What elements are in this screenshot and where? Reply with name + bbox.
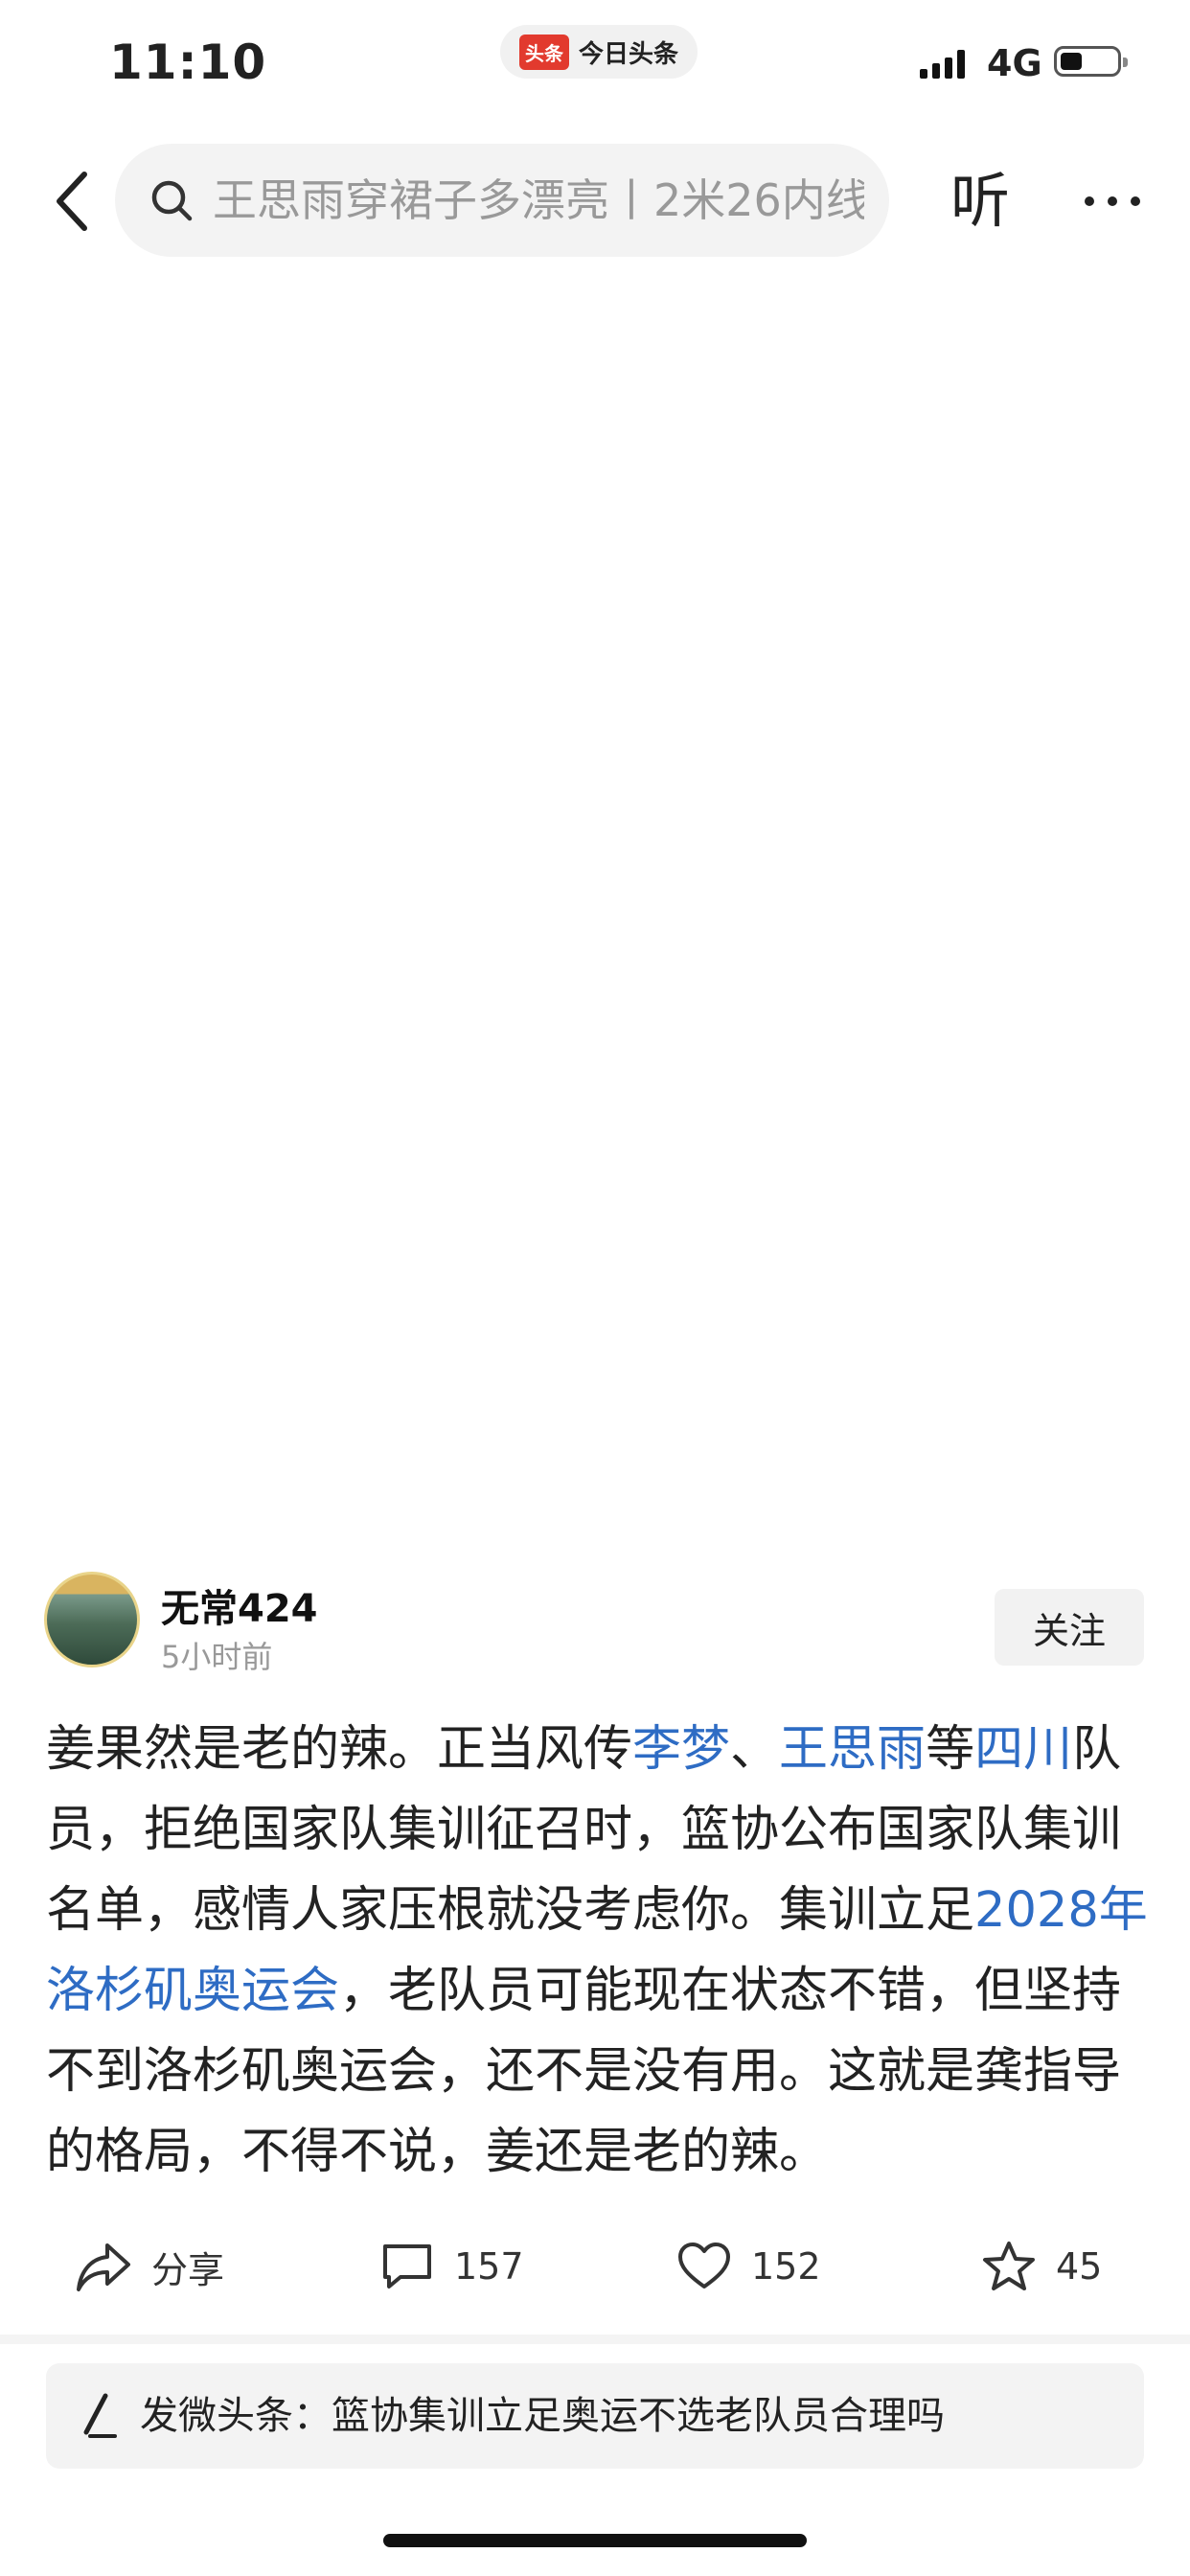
favorite-count: 45 bbox=[1056, 2245, 1103, 2288]
status-bar: 11:10 头条 今日头条 4G bbox=[0, 0, 1190, 134]
comment-count: 157 bbox=[454, 2245, 524, 2288]
like-button[interactable]: 152 bbox=[676, 2223, 821, 2310]
pen-icon bbox=[83, 2393, 117, 2438]
star-icon bbox=[983, 2242, 1035, 2290]
post-text: 等 bbox=[926, 1721, 975, 1778]
signal-icon bbox=[920, 50, 965, 79]
divider bbox=[0, 2334, 1190, 2344]
search-placeholder: 王思雨穿裙子多漂亮丨2米26内线 bbox=[213, 174, 864, 226]
like-count: 152 bbox=[751, 2245, 821, 2288]
share-icon bbox=[77, 2243, 130, 2291]
post-time: 5小时前 bbox=[161, 1639, 273, 1675]
search-icon bbox=[151, 180, 193, 221]
app-name: 今日头条 bbox=[579, 39, 679, 69]
home-indicator[interactable] bbox=[383, 2534, 807, 2547]
follow-button[interactable]: 关注 bbox=[995, 1589, 1144, 1666]
app-badge: 头条 bbox=[519, 34, 569, 70]
listen-button[interactable]: 听 bbox=[950, 161, 1010, 242]
status-time: 11:10 bbox=[109, 34, 267, 90]
comment-icon bbox=[383, 2244, 431, 2288]
search-bar[interactable]: 王思雨穿裙子多漂亮丨2米26内线 bbox=[115, 144, 889, 257]
share-label: 分享 bbox=[151, 2248, 225, 2291]
post-content: 姜果然是老的辣。正当风传李梦、王思雨等四川队员，拒绝国家队集训征召时，篮协公布国… bbox=[46, 1710, 1148, 2193]
post-entity-link[interactable]: 李梦 bbox=[632, 1721, 730, 1778]
post-text: 、 bbox=[730, 1721, 780, 1778]
back-button[interactable] bbox=[42, 163, 100, 240]
comment-button[interactable]: 157 bbox=[379, 2223, 524, 2310]
more-dots-icon bbox=[1085, 196, 1094, 206]
action-bar: 分享 157 152 45 bbox=[0, 2223, 1190, 2310]
publish-prompt: 发微头条：篮协集训立足奥运不选老队员合理吗 bbox=[140, 2394, 945, 2438]
avatar[interactable] bbox=[44, 1572, 140, 1668]
publish-bar[interactable]: 发微头条：篮协集训立足奥运不选老队员合理吗 bbox=[46, 2363, 1144, 2469]
more-button[interactable] bbox=[1069, 182, 1156, 220]
favorite-button[interactable]: 45 bbox=[981, 2223, 1102, 2310]
author-name[interactable]: 无常424 bbox=[161, 1577, 318, 1633]
post-text: 姜果然是老的辣。正当风传 bbox=[46, 1721, 633, 1778]
chevron-left-icon bbox=[57, 172, 87, 231]
heart-icon bbox=[678, 2242, 730, 2288]
share-button[interactable]: 分享 bbox=[75, 2223, 224, 2310]
app-indicator[interactable]: 头条 今日头条 bbox=[500, 25, 698, 79]
battery-icon bbox=[1054, 46, 1128, 77]
network-type: 4G bbox=[987, 42, 1042, 84]
post-entity-link[interactable]: 王思雨 bbox=[779, 1721, 926, 1778]
post-entity-link[interactable]: 四川 bbox=[974, 1721, 1072, 1778]
